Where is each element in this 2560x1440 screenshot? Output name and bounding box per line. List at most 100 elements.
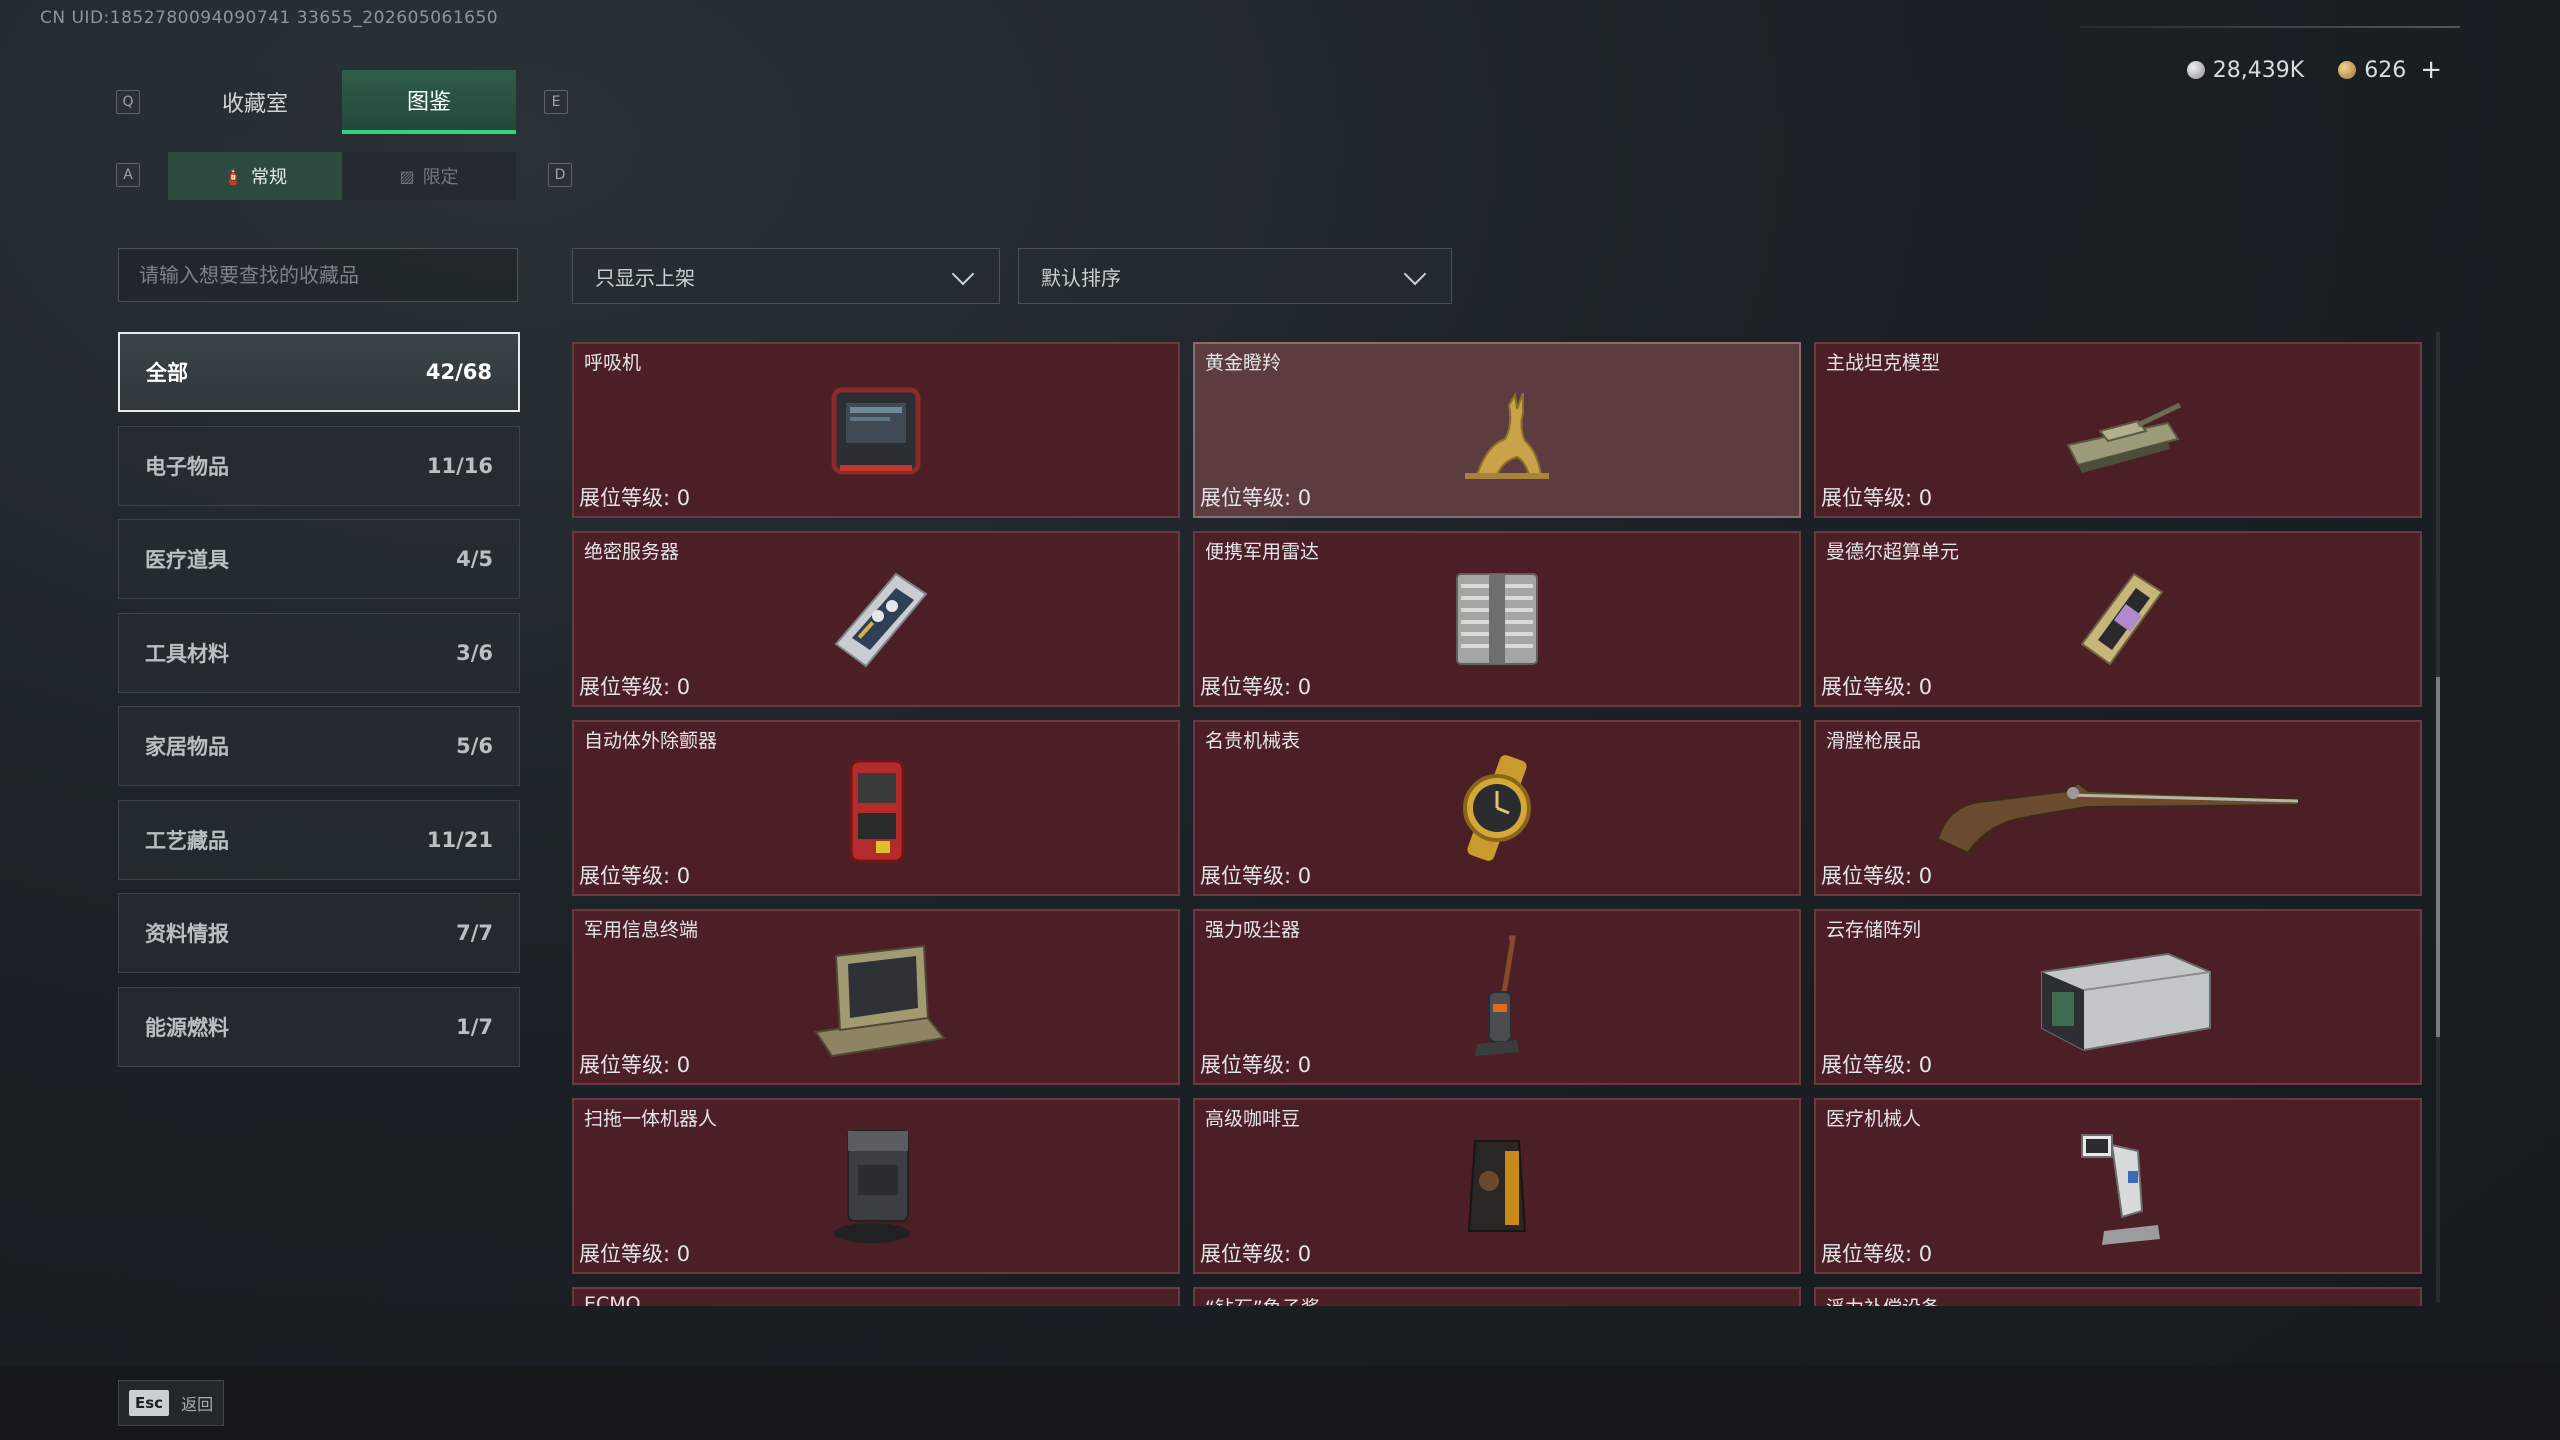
collection-card[interactable]: 浮力补偿设备 xyxy=(1814,1287,2422,1306)
key-hint-e: E xyxy=(544,90,568,114)
collection-card[interactable]: 高级咖啡豆 展位等级: 0 xyxy=(1193,1098,1801,1274)
card-name: 医疗机械人 xyxy=(1826,1108,1922,1130)
back-label: 返回 xyxy=(181,1395,214,1414)
subtab-limited[interactable]: ▨ 限定 xyxy=(342,152,516,200)
category-label: 工具材料 xyxy=(145,641,229,666)
currency-bar: 28,439K 626 + xyxy=(2082,52,2462,88)
card-name: 浮力补偿设备 xyxy=(1826,1293,1940,1306)
gold-currency: 626 + xyxy=(2338,55,2442,85)
card-name: 军用信息终端 xyxy=(584,919,699,941)
tab-collection-room[interactable]: 收藏室 xyxy=(168,70,342,134)
card-name: 云存储阵列 xyxy=(1826,919,1922,941)
back-button[interactable]: Esc 返回 xyxy=(118,1380,225,1426)
subtab-regular-label: 常规 xyxy=(250,167,287,188)
collection-card[interactable]: 便携军用雷达 展位等级: 0 xyxy=(1193,531,1801,707)
collection-card[interactable]: 军用信息终端 展位等级: 0 xyxy=(572,909,1180,1085)
category-all[interactable]: 全部 42/68 xyxy=(118,332,520,412)
card-level: 展位等级: 0 xyxy=(1200,1242,1312,1266)
uid-label: CN UID:1852780094090741 33655_2026050616… xyxy=(40,8,499,28)
chevron-down-icon xyxy=(949,262,977,290)
main-tabs: 收藏室 图鉴 xyxy=(168,70,516,134)
category-label: 医疗道具 xyxy=(145,548,229,572)
category-label: 资料情报 xyxy=(145,922,229,946)
category-count: 11/21 xyxy=(426,827,493,852)
collection-card[interactable]: 医疗机械人 展位等级: 0 xyxy=(1814,1098,2422,1274)
card-level: 展位等级: 0 xyxy=(1200,675,1312,699)
category-household[interactable]: 家居物品 5/6 xyxy=(118,706,520,786)
key-hint-d: D xyxy=(548,163,572,187)
sort-dropdown[interactable]: 默认排序 xyxy=(1018,248,1452,304)
golden-gazelle-icon xyxy=(1417,365,1577,495)
decorative-line xyxy=(2080,26,2460,28)
collection-card[interactable]: 绝密服务器 展位等级: 0 xyxy=(572,531,1180,707)
collection-card[interactable]: 曼德尔超算单元 展位等级: 0 xyxy=(1814,531,2422,707)
add-currency-button[interactable]: + xyxy=(2420,55,2442,85)
collection-card[interactable]: 自动体外除颤器 展位等级: 0 xyxy=(572,720,1180,896)
category-label: 全部 xyxy=(146,361,188,385)
scrollbar-thumb[interactable] xyxy=(2436,677,2440,1037)
collection-card[interactable]: “钻石”鱼子酱 xyxy=(1193,1287,1801,1306)
silver-coin-icon xyxy=(2186,61,2205,79)
search-input[interactable] xyxy=(139,263,497,287)
category-energy[interactable]: 能源燃料 1/7 xyxy=(118,986,520,1067)
card-name: “钻石”鱼子酱 xyxy=(1205,1293,1320,1306)
tank-model-icon xyxy=(2038,365,2198,495)
category-medical[interactable]: 医疗道具 4/5 xyxy=(118,519,520,599)
collection-card[interactable]: 主战坦克模型 展位等级: 0 xyxy=(1814,342,2422,518)
subtab-regular[interactable]: 🧯 常规 xyxy=(168,152,342,200)
card-level: 展位等级: 0 xyxy=(1821,864,1933,888)
vacuum-icon xyxy=(1417,932,1577,1062)
card-name: 黄金瞪羚 xyxy=(1205,352,1282,374)
sub-tabs: 🧯 常规 ▨ 限定 xyxy=(168,152,516,200)
coffee-beans-icon xyxy=(1417,1121,1577,1251)
category-count: 42/68 xyxy=(425,360,492,384)
card-level: 展位等级: 0 xyxy=(579,1053,691,1077)
card-level: 展位等级: 0 xyxy=(1821,675,1933,699)
subtab-limited-label: 限定 xyxy=(422,167,459,188)
category-label: 能源燃料 xyxy=(145,1015,229,1040)
key-hint-a: A xyxy=(116,163,140,187)
category-count: 3/6 xyxy=(456,640,493,665)
search-box xyxy=(118,248,518,302)
collection-card[interactable]: 强力吸尘器 展位等级: 0 xyxy=(1193,909,1801,1085)
collection-card[interactable]: 滑膛枪展品 展位等级: 0 xyxy=(1814,720,2422,896)
key-hint-q: Q xyxy=(116,90,140,114)
collection-card[interactable]: 黄金瞪羚 展位等级: 0 xyxy=(1193,342,1801,518)
collection-card[interactable]: 云存储阵列 展位等级: 0 xyxy=(1814,909,2422,1085)
collection-card[interactable]: 呼吸机 展位等级: 0 xyxy=(572,342,1180,518)
category-count: 5/6 xyxy=(456,734,493,758)
image-icon: ▨ xyxy=(399,166,415,186)
card-level: 展位等级: 0 xyxy=(579,486,691,510)
sort-value: 默认排序 xyxy=(1041,265,1121,290)
card-name: 名贵机械表 xyxy=(1205,730,1301,752)
card-level: 展位等级: 0 xyxy=(579,1242,691,1266)
card-level: 展位等级: 0 xyxy=(1821,1242,1933,1266)
category-count: 1/7 xyxy=(456,1014,493,1039)
collection-card[interactable]: ECMO xyxy=(572,1287,1180,1306)
card-level: 展位等级: 0 xyxy=(579,864,691,888)
card-level: 展位等级: 0 xyxy=(1821,1053,1933,1077)
category-intel[interactable]: 资料情报 7/7 xyxy=(118,893,520,973)
card-name: 曼德尔超算单元 xyxy=(1826,541,1960,563)
card-name: 高级咖啡豆 xyxy=(1205,1108,1301,1130)
silver-currency: 28,439K xyxy=(2186,58,2304,83)
category-tools[interactable]: 工具材料 3/6 xyxy=(118,612,520,693)
tab-catalog[interactable]: 图鉴 xyxy=(342,70,516,134)
category-list: 全部 42/68 电子物品 11/16 医疗道具 4/5 工具材料 3/6 家居… xyxy=(118,332,520,1080)
card-name: 扫拖一体机器人 xyxy=(584,1108,718,1130)
collection-card[interactable]: 扫拖一体机器人 展位等级: 0 xyxy=(572,1098,1180,1274)
collection-grid: 呼吸机 展位等级: 0 黄金瞪羚 展位等级: 0 主战坦克模型 展位等级: 0 … xyxy=(572,342,2424,1306)
defibrillator-icon xyxy=(796,743,956,873)
watch-icon xyxy=(1417,743,1577,873)
fire-extinguisher-icon: 🧯 xyxy=(223,166,243,186)
category-electronics[interactable]: 电子物品 11/16 xyxy=(118,425,520,506)
shelf-filter-dropdown[interactable]: 只显示上架 xyxy=(572,248,1000,304)
grid-scrollbar[interactable] xyxy=(2436,332,2440,1302)
category-crafts[interactable]: 工艺藏品 11/21 xyxy=(118,799,520,880)
card-level: 展位等级: 0 xyxy=(1200,864,1312,888)
military-terminal-icon xyxy=(796,932,956,1062)
medical-robot-icon xyxy=(2038,1121,2198,1251)
collection-card[interactable]: 名贵机械表 展位等级: 0 xyxy=(1193,720,1801,896)
category-count: 7/7 xyxy=(456,921,493,945)
card-name: 主战坦克模型 xyxy=(1826,352,1941,374)
